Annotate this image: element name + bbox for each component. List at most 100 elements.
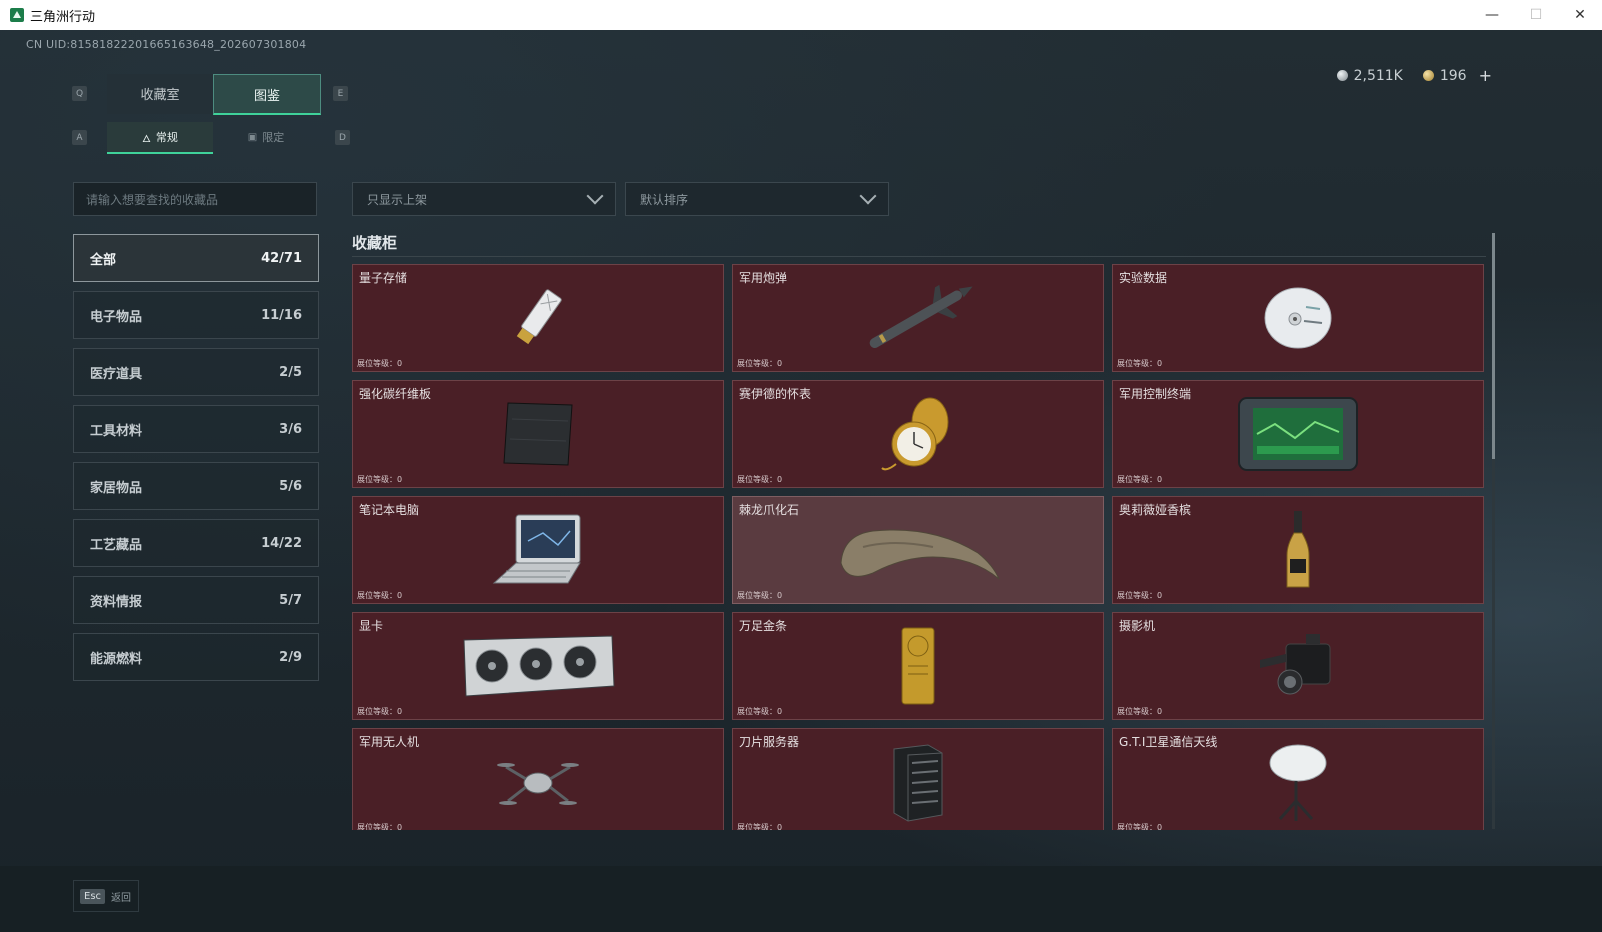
laptop-icon bbox=[488, 511, 588, 593]
item-card[interactable]: 摄影机 展位等级：0 bbox=[1112, 612, 1484, 720]
item-level: 展位等级：0 bbox=[1117, 475, 1163, 484]
silver-coin-icon bbox=[1336, 70, 1348, 81]
category-count: 5/6 bbox=[279, 478, 302, 494]
item-name: 万足金条 bbox=[739, 619, 788, 633]
item-level: 展位等级：0 bbox=[357, 591, 403, 600]
item-name: G.T.I卫星通信天线 bbox=[1119, 735, 1218, 749]
item-card[interactable]: 刀片服务器 展位等级：0 bbox=[732, 728, 1104, 830]
image-icon: ▣ bbox=[247, 131, 258, 143]
collection-grid-viewport: 量子存储 展位等级：0 军用炮弹 展位等级：0 实验数据 展位等级：0 强化碳纤… bbox=[352, 264, 1486, 830]
scrollbar-thumb[interactable] bbox=[1492, 233, 1495, 459]
minimize-button[interactable]: — bbox=[1470, 0, 1514, 30]
key-hint-d: D bbox=[335, 130, 350, 145]
item-card[interactable]: G.T.I卫星通信天线 展位等级：0 bbox=[1112, 728, 1484, 830]
sort-dropdown[interactable]: 默认排序 bbox=[625, 182, 889, 216]
tab-collection-room[interactable]: 收藏室 bbox=[107, 74, 213, 114]
item-name: 军用无人机 bbox=[359, 735, 420, 749]
main-tabs: 收藏室 图鉴 bbox=[107, 74, 321, 115]
camera-icon bbox=[1256, 630, 1340, 706]
category-label: 工具材料 bbox=[90, 423, 143, 439]
item-level: 展位等级：0 bbox=[737, 591, 783, 600]
item-card[interactable]: 笔记本电脑 展位等级：0 bbox=[352, 496, 724, 604]
item-card[interactable]: 奥莉薇娅香槟 展位等级：0 bbox=[1112, 496, 1484, 604]
item-name: 显卡 bbox=[359, 619, 384, 633]
scrollbar[interactable] bbox=[1492, 233, 1495, 829]
category-count: 11/16 bbox=[261, 307, 302, 323]
item-name: 强化碳纤维板 bbox=[359, 387, 432, 401]
esc-key-hint: Esc bbox=[80, 888, 106, 904]
item-level: 展位等级：0 bbox=[737, 475, 783, 484]
category-tools[interactable]: 工具材料 3/6 bbox=[73, 405, 319, 453]
gold-bar-icon bbox=[898, 626, 938, 710]
tab-regular-label: 常规 bbox=[155, 131, 178, 144]
item-card[interactable]: 棘龙爪化石 展位等级：0 bbox=[732, 496, 1104, 604]
chevron-down-icon bbox=[586, 187, 604, 205]
currency-display: 2,511K 196 + bbox=[1336, 66, 1492, 85]
add-currency-button[interactable]: + bbox=[1479, 66, 1492, 85]
key-hint-q: Q bbox=[72, 86, 87, 101]
item-level: 展位等级：0 bbox=[357, 475, 403, 484]
item-card[interactable]: 军用炮弹 展位等级：0 bbox=[732, 264, 1104, 372]
usb-drive-icon bbox=[503, 283, 573, 357]
category-label: 医疗道具 bbox=[90, 366, 143, 382]
item-name: 棘龙爪化石 bbox=[739, 503, 800, 517]
item-card[interactable]: 赛伊德的怀表 展位等级：0 bbox=[732, 380, 1104, 488]
tab-regular[interactable]: 🜂 常规 bbox=[107, 122, 213, 154]
item-level: 展位等级：0 bbox=[357, 359, 403, 368]
category-label: 全部 bbox=[90, 252, 117, 268]
server-icon bbox=[888, 741, 948, 827]
category-list: 全部 42/71 电子物品 11/16 医疗道具 2/5 工具材料 3/6 家居… bbox=[73, 234, 319, 690]
collection-grid: 量子存储 展位等级：0 军用炮弹 展位等级：0 实验数据 展位等级：0 强化碳纤… bbox=[352, 264, 1486, 830]
item-name: 赛伊德的怀表 bbox=[739, 387, 812, 401]
item-card[interactable]: 军用控制终端 展位等级：0 bbox=[1112, 380, 1484, 488]
item-card[interactable]: 显卡 展位等级：0 bbox=[352, 612, 724, 720]
item-card[interactable]: 实验数据 展位等级：0 bbox=[1112, 264, 1484, 372]
key-hint-e: E bbox=[333, 86, 348, 101]
item-card[interactable]: 强化碳纤维板 展位等级：0 bbox=[352, 380, 724, 488]
category-label: 家居物品 bbox=[90, 480, 143, 496]
show-filter-dropdown[interactable]: 只显示上架 bbox=[352, 182, 616, 216]
item-name: 刀片服务器 bbox=[739, 735, 800, 749]
item-name: 实验数据 bbox=[1119, 271, 1168, 285]
tab-limited[interactable]: ▣ 限定 bbox=[213, 122, 319, 152]
terminal-icon bbox=[1235, 394, 1361, 478]
app-logo-icon bbox=[10, 8, 24, 22]
category-all[interactable]: 全部 42/71 bbox=[73, 234, 319, 282]
window-controls: — ☐ ✕ bbox=[1470, 0, 1602, 30]
item-level: 展位等级：0 bbox=[737, 707, 783, 716]
item-level: 展位等级：0 bbox=[1117, 359, 1163, 368]
satellite-dish-icon bbox=[1266, 741, 1330, 827]
category-intel[interactable]: 资料情报 5/7 bbox=[73, 576, 319, 624]
silver-amount: 2,511K bbox=[1353, 67, 1403, 84]
drone-icon bbox=[496, 749, 580, 819]
tab-codex[interactable]: 图鉴 bbox=[213, 74, 321, 115]
category-household[interactable]: 家居物品 5/6 bbox=[73, 462, 319, 510]
champagne-icon bbox=[1283, 509, 1313, 595]
category-count: 5/7 bbox=[279, 592, 302, 608]
graphics-card-icon bbox=[458, 632, 618, 704]
item-level: 展位等级：0 bbox=[357, 707, 403, 716]
category-energy[interactable]: 能源燃料 2/9 bbox=[73, 633, 319, 681]
close-button[interactable]: ✕ bbox=[1558, 0, 1602, 30]
category-medical[interactable]: 医疗道具 2/5 bbox=[73, 348, 319, 396]
back-button[interactable]: Esc 返回 bbox=[73, 880, 139, 912]
search-input[interactable]: 请输入想要查找的收藏品 bbox=[73, 182, 317, 216]
section-divider bbox=[352, 256, 1486, 257]
item-level: 展位等级：0 bbox=[1117, 707, 1163, 716]
item-card[interactable]: 万足金条 展位等级：0 bbox=[732, 612, 1104, 720]
item-name: 量子存储 bbox=[359, 271, 408, 285]
maximize-button[interactable]: ☐ bbox=[1514, 0, 1558, 30]
category-electronics[interactable]: 电子物品 11/16 bbox=[73, 291, 319, 339]
user-uid: CN UID:8158182220166516364​8_20260730180… bbox=[26, 38, 307, 51]
missile-icon bbox=[853, 278, 983, 362]
category-label: 资料情报 bbox=[90, 594, 143, 610]
item-level: 展位等级：0 bbox=[737, 359, 783, 368]
claw-fossil-icon bbox=[833, 517, 1003, 587]
key-hint-a: A bbox=[72, 130, 87, 145]
item-card[interactable]: 军用无人机 展位等级：0 bbox=[352, 728, 724, 830]
item-level: 展位等级：0 bbox=[737, 823, 783, 830]
chevron-down-icon bbox=[859, 187, 877, 205]
show-filter-value: 只显示上架 bbox=[367, 192, 428, 207]
category-crafts[interactable]: 工艺藏品 14/22 bbox=[73, 519, 319, 567]
item-card[interactable]: 量子存储 展位等级：0 bbox=[352, 264, 724, 372]
